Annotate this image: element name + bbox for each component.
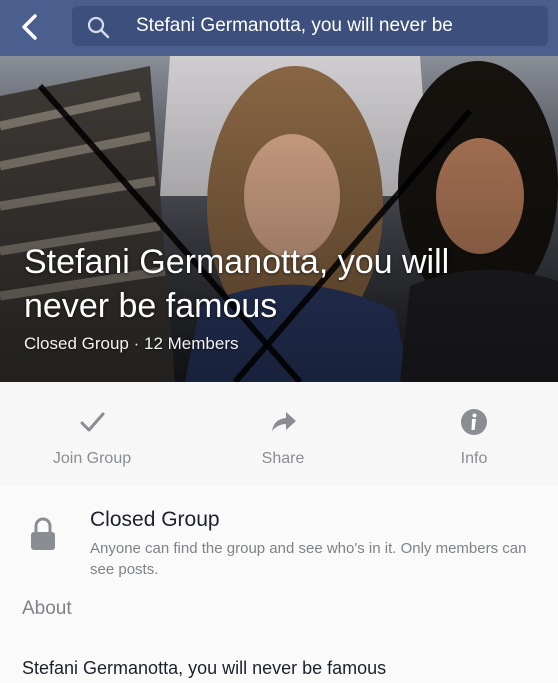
about-heading: About	[22, 598, 72, 619]
about-description: Stefani Germanotta, you will never be fa…	[22, 658, 387, 678]
search-query[interactable]: Stefani Germanotta, you will never be	[136, 15, 453, 37]
group-cover-photo: Stefani Germanotta, you will never be fa…	[0, 56, 558, 382]
info-icon	[461, 409, 487, 435]
chevron-left-icon	[22, 14, 37, 40]
privacy-title: Closed Group	[90, 508, 220, 531]
share-button[interactable]: Share	[213, 404, 353, 468]
info-button[interactable]: Info	[404, 404, 544, 468]
privacy-description: Anyone can find the group and see who's …	[90, 540, 527, 578]
group-action-bar: Join Group Share Info	[0, 382, 558, 486]
share-label: Share	[261, 450, 305, 467]
checkmark-icon	[80, 412, 105, 432]
group-privacy-member-count: Closed Group · 12 Members	[24, 334, 239, 353]
info-label: Info	[460, 450, 488, 467]
join-group-button[interactable]: Join Group	[22, 404, 162, 468]
top-navigation-bar: Stefani Germanotta, you will never be	[0, 0, 558, 56]
back-button[interactable]	[14, 10, 48, 44]
group-details: Closed Group Anyone can find the group a…	[0, 486, 558, 683]
join-group-label: Join Group	[52, 450, 132, 467]
group-title-line-1: Stefani Germanotta, you will	[24, 243, 450, 281]
search-bar[interactable]: Stefani Germanotta, you will never be	[72, 6, 548, 46]
group-title: Stefani Germanotta, you will never be fa…	[24, 240, 449, 328]
group-title-line-2: never be famous	[24, 287, 278, 325]
search-icon	[87, 16, 110, 39]
lock-icon	[31, 517, 55, 550]
share-arrow-icon	[272, 412, 296, 431]
